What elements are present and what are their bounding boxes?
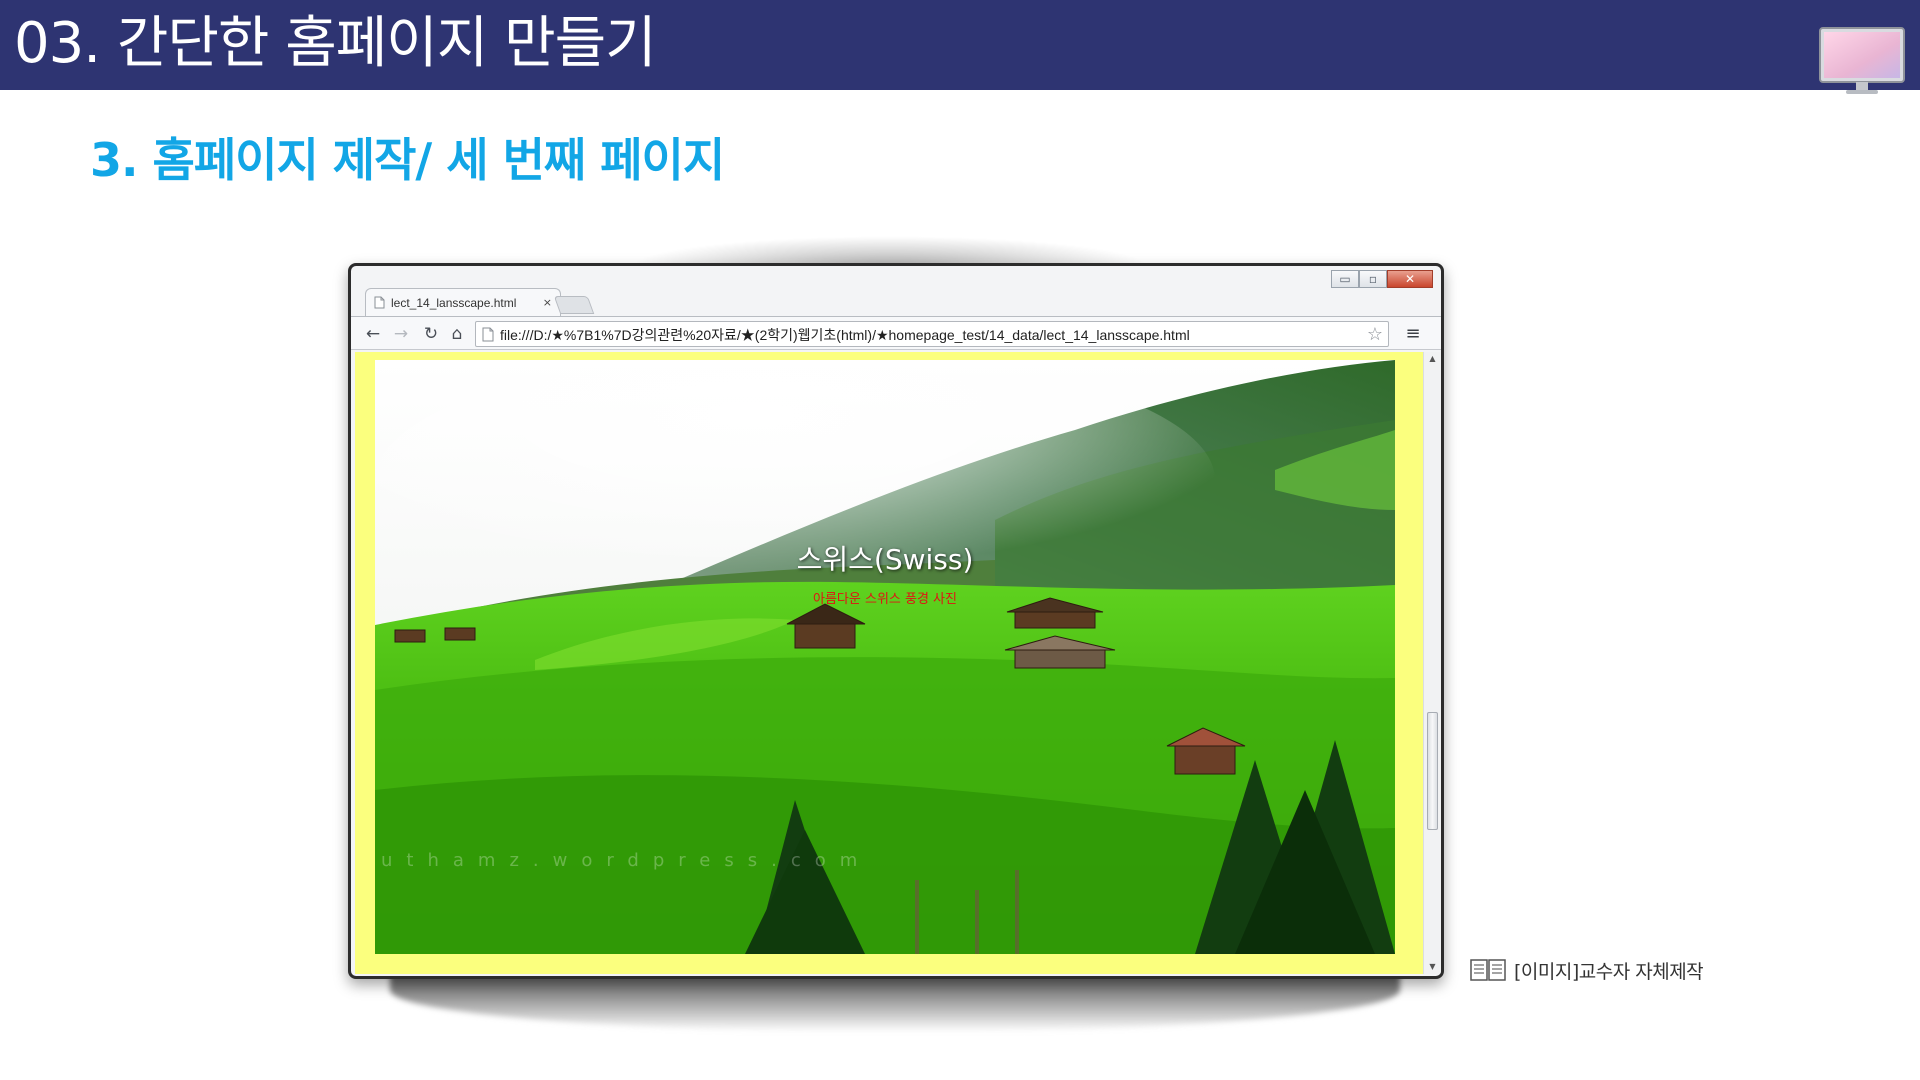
browser-tab[interactable]: lect_14_lansscape.html ×: [365, 288, 561, 316]
tab-close-icon[interactable]: ×: [543, 296, 552, 309]
scroll-down-arrow-icon[interactable]: ▼: [1424, 960, 1441, 974]
frame-shadow-top: [630, 236, 1150, 266]
tab-title: lect_14_lansscape.html: [391, 295, 517, 310]
section-title: 3. 홈페이지 제작/ 세 번째 페이지: [90, 133, 725, 187]
book-icon: [1470, 959, 1506, 981]
caption-text: [이미지]교수자 자체제작: [1514, 960, 1704, 983]
browser-toolbar: ← → ↻ ⌂ file:///D:/★%7B1%7D강의관련%20자료/★(2…: [351, 316, 1441, 350]
landscape-image: 스위스(Swiss) 아름다운 스위스 풍경 사진 uthamz.wordpre…: [375, 360, 1395, 954]
slide-header-bar: 03. 간단한 홈페이지 만들기: [0, 0, 1920, 94]
maximize-icon[interactable]: ▫: [1359, 270, 1387, 288]
window-controls: ▭ ▫ ✕: [1331, 270, 1435, 288]
back-icon[interactable]: ←: [361, 322, 385, 346]
star-icon[interactable]: ☆: [1364, 322, 1386, 348]
page-heading: 스위스(Swiss): [796, 543, 974, 576]
page-icon: [482, 327, 494, 342]
reload-icon[interactable]: ↻: [419, 322, 443, 346]
monitor-icon: [1819, 27, 1905, 94]
browser-window: ▭ ▫ ✕ lect_14_lansscape.html × ← → ↻ ⌂ f…: [348, 263, 1444, 979]
minimize-icon[interactable]: ▭: [1331, 270, 1359, 288]
image-caption: [이미지]교수자 자체제작: [1470, 956, 1704, 984]
forward-icon[interactable]: →: [389, 322, 413, 346]
scroll-thumb[interactable]: [1427, 712, 1438, 830]
page-subtext: 아름다운 스위스 풍경 사진: [813, 592, 957, 607]
page-viewport: 스위스(Swiss) 아름다운 스위스 풍경 사진 uthamz.wordpre…: [355, 352, 1423, 974]
close-icon[interactable]: ✕: [1387, 270, 1433, 288]
image-watermark: uthamz.wordpress.com: [381, 850, 872, 871]
home-icon[interactable]: ⌂: [445, 322, 469, 346]
url-text: file:///D:/★%7B1%7D강의관련%20자료/★(2학기)웹기초(h…: [500, 327, 1190, 343]
menu-icon[interactable]: ≡: [1401, 322, 1425, 346]
frame-shadow-bottom: [390, 972, 1400, 1032]
vertical-scrollbar[interactable]: ▲ ▼: [1423, 352, 1441, 974]
page-icon: [374, 296, 385, 309]
new-tab-button[interactable]: [553, 296, 595, 314]
address-bar[interactable]: file:///D:/★%7B1%7D강의관련%20자료/★(2학기)웹기초(h…: [475, 321, 1389, 347]
slide-title: 03. 간단한 홈페이지 만들기: [14, 11, 657, 76]
scroll-up-arrow-icon[interactable]: ▲: [1424, 352, 1441, 366]
